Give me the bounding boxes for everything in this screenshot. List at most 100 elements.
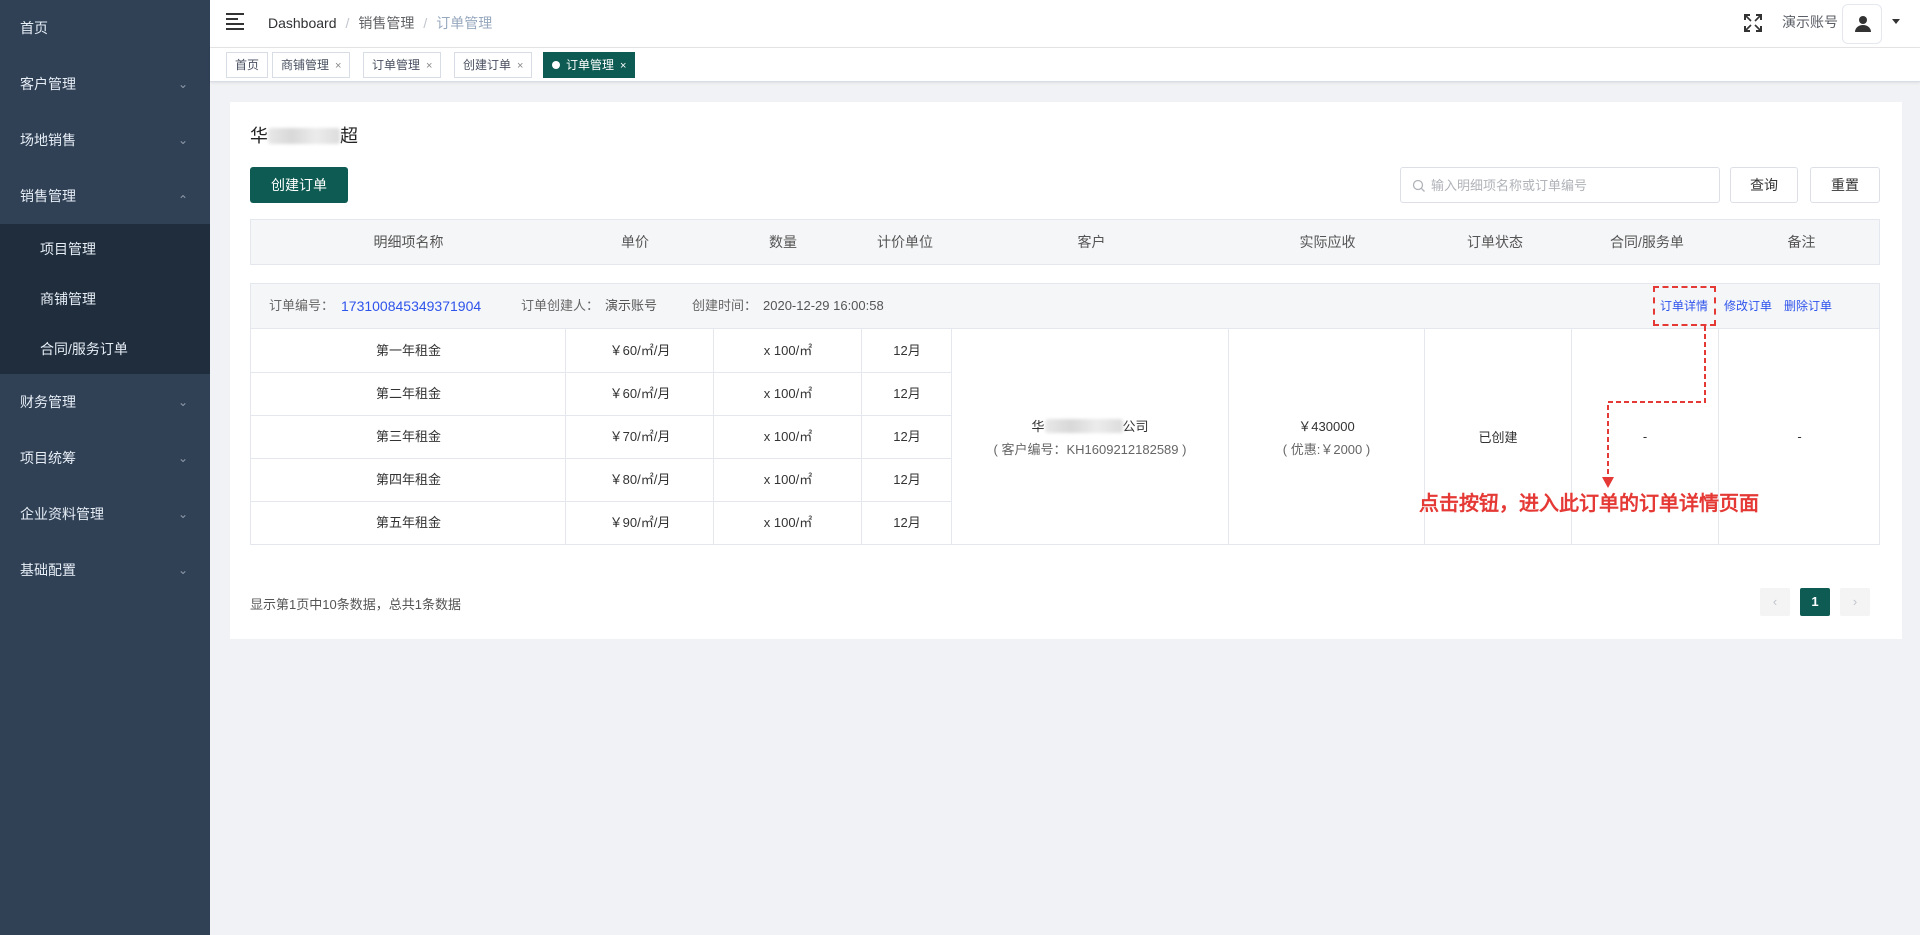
- sidebar-item-base-config[interactable]: 基础配置 ⌄: [0, 542, 210, 598]
- blurred-text: [1044, 418, 1123, 433]
- tag-shops[interactable]: 商铺管理 ×: [272, 52, 351, 78]
- edit-order-link[interactable]: 修改订单: [1724, 284, 1772, 328]
- column-header: 明细项名称: [373, 234, 444, 250]
- query-button[interactable]: 查询: [1730, 167, 1798, 203]
- sales-submenu: 项目管理 商铺管理 合同/服务订单: [0, 224, 210, 374]
- customer-name: 华公司: [1031, 418, 1149, 434]
- tag-label: 商铺管理: [281, 58, 330, 72]
- tag-home[interactable]: 首页: [226, 52, 269, 78]
- store-title-prefix: 华: [250, 126, 268, 146]
- column-header: 实际应收: [1299, 234, 1356, 250]
- tags-view: 首页 商铺管理 × 订单管理 × 创建订单 × 订单管理 ×: [210, 48, 1920, 82]
- status-value: 已创建: [1478, 430, 1518, 445]
- sidebar-item-label: 基础配置: [20, 562, 76, 578]
- chevron-down-icon: ⌄: [177, 77, 188, 91]
- sidebar-item-customers[interactable]: 客户管理 ⌄: [0, 56, 210, 112]
- table-row: 第五年租金 ￥90/㎡/月 x 100/㎡ 12月: [251, 501, 952, 544]
- amount-value: ￥430000: [1298, 418, 1355, 434]
- user-icon: [1855, 16, 1871, 32]
- sidebar-item-home[interactable]: 首页: [0, 0, 210, 56]
- chevron-down-icon: ⌄: [177, 563, 188, 577]
- item-unit: 12月: [893, 515, 921, 530]
- breadcrumb: Dashboard / 销售管理 / 订单管理: [268, 15, 493, 31]
- close-icon[interactable]: ×: [335, 60, 341, 72]
- customer-code: ( 客户编号：KH1609212182589 ): [993, 441, 1187, 457]
- store-title: 华超: [250, 122, 358, 150]
- sidebar-item-project-planning[interactable]: 项目统筹 ⌄: [0, 430, 210, 486]
- order-no-link[interactable]: 173100845349371904: [341, 284, 481, 328]
- sidebar-subitem-shops[interactable]: 商铺管理: [0, 274, 210, 324]
- created-time-value: 2020-12-29 16:00:58: [763, 298, 884, 313]
- blurred-text: [268, 128, 340, 144]
- active-dot-icon: [552, 61, 560, 69]
- column-header: 单价: [621, 234, 649, 250]
- sidebar-subitem-projects[interactable]: 项目管理: [0, 224, 210, 274]
- search-box: [1400, 167, 1720, 203]
- order-no-label: 订单编号：: [269, 298, 335, 313]
- column-header: 合同/服务单: [1610, 234, 1684, 250]
- chevron-down-icon: ⌄: [177, 133, 188, 147]
- sidebar-item-label: 企业资料管理: [20, 506, 104, 522]
- sidebar-item-enterprise[interactable]: 企业资料管理 ⌄: [0, 486, 210, 542]
- annotation-text: 点击按钮，进入此订单的订单详情页面: [1419, 491, 1759, 515]
- tag-orders-active[interactable]: 订单管理 ×: [543, 52, 636, 78]
- amount-cell: ￥430000 ( 优惠:￥2000 ): [1229, 329, 1425, 544]
- caret-down-icon[interactable]: [1892, 19, 1900, 24]
- remark-value: -: [1797, 429, 1802, 444]
- sidebar-item-label: 销售管理: [20, 188, 76, 204]
- sidebar-item-label: 项目统筹: [20, 450, 76, 466]
- search-input[interactable]: [1431, 168, 1711, 202]
- tag-label: 订单管理: [372, 58, 421, 72]
- tag-create-order[interactable]: 创建订单 ×: [454, 52, 533, 78]
- chevron-down-icon: ⌄: [177, 395, 188, 409]
- sidebar-item-sales[interactable]: 销售管理 ⌃: [0, 168, 210, 224]
- create-order-button[interactable]: 创建订单: [250, 167, 348, 203]
- top-navbar: Dashboard / 销售管理 / 订单管理 演示账号: [210, 0, 1920, 48]
- item-price: ￥60/㎡/月: [609, 343, 671, 358]
- sidebar-item-label: 场地销售: [20, 132, 76, 148]
- pagination-next-button[interactable]: ›: [1840, 588, 1870, 616]
- annotation-highlight-box: [1653, 286, 1716, 326]
- sidebar-item-venue-sales[interactable]: 场地销售 ⌄: [0, 112, 210, 168]
- breadcrumb-dashboard[interactable]: Dashboard: [268, 15, 337, 31]
- avatar[interactable]: [1842, 4, 1882, 44]
- item-price: ￥70/㎡/月: [609, 429, 671, 444]
- pagination-prev-button[interactable]: ‹: [1760, 588, 1790, 616]
- contract-value: -: [1642, 429, 1648, 444]
- chevron-left-icon: ‹: [1772, 594, 1778, 609]
- item-qty: x 100/㎡: [763, 429, 813, 444]
- item-unit: 12月: [893, 472, 921, 487]
- sidebar-item-label: 财务管理: [20, 394, 76, 410]
- breadcrumb-sales[interactable]: 销售管理: [358, 15, 414, 31]
- close-icon[interactable]: ×: [426, 60, 432, 72]
- sidebar-item-finance[interactable]: 财务管理 ⌄: [0, 374, 210, 430]
- discount-value: ( 优惠:￥2000 ): [1282, 441, 1371, 457]
- tag-orders[interactable]: 订单管理 ×: [363, 52, 442, 78]
- column-header: 备注: [1787, 234, 1816, 250]
- item-name: 第五年租金: [375, 515, 441, 530]
- sidebar: 首页 客户管理 ⌄ 场地销售 ⌄ 销售管理 ⌃ 项目管理 商铺管理 合同/服务订单 财…: [0, 0, 210, 935]
- sidebar-item-label: 首页: [20, 20, 48, 36]
- customer-cell: 华公司 ( 客户编号：KH1609212182589 ): [952, 329, 1229, 544]
- reset-button[interactable]: 重置: [1810, 167, 1880, 203]
- pagination-info: 显示第1页中10条数据，总共1条数据: [250, 597, 461, 612]
- chevron-down-icon: ⌄: [177, 451, 188, 465]
- delete-order-link[interactable]: 删除订单: [1784, 284, 1832, 328]
- fullscreen-icon[interactable]: [1744, 14, 1762, 32]
- close-icon[interactable]: ×: [620, 60, 626, 72]
- breadcrumb-current: 订单管理: [436, 15, 493, 31]
- column-header: 数量: [769, 234, 797, 250]
- item-name: 第二年租金: [375, 386, 441, 401]
- item-name: 第四年租金: [375, 472, 441, 487]
- pagination-page-1[interactable]: 1: [1800, 588, 1830, 616]
- sidebar-subitem-contract-orders[interactable]: 合同/服务订单: [0, 324, 210, 374]
- table-header: 明细项名称 单价 数量 计价单位 客户 实际应收 订单状态 合同/服务单 备注: [250, 219, 1880, 265]
- item-unit: 12月: [893, 386, 921, 401]
- store-title-suffix: 超: [340, 126, 358, 146]
- account-name[interactable]: 演示账号: [1782, 0, 1838, 44]
- item-qty: x 100/㎡: [763, 472, 813, 487]
- item-name: 第一年租金: [375, 343, 441, 358]
- close-icon[interactable]: ×: [517, 60, 523, 72]
- item-unit: 12月: [893, 429, 921, 444]
- hamburger-icon[interactable]: [226, 13, 244, 30]
